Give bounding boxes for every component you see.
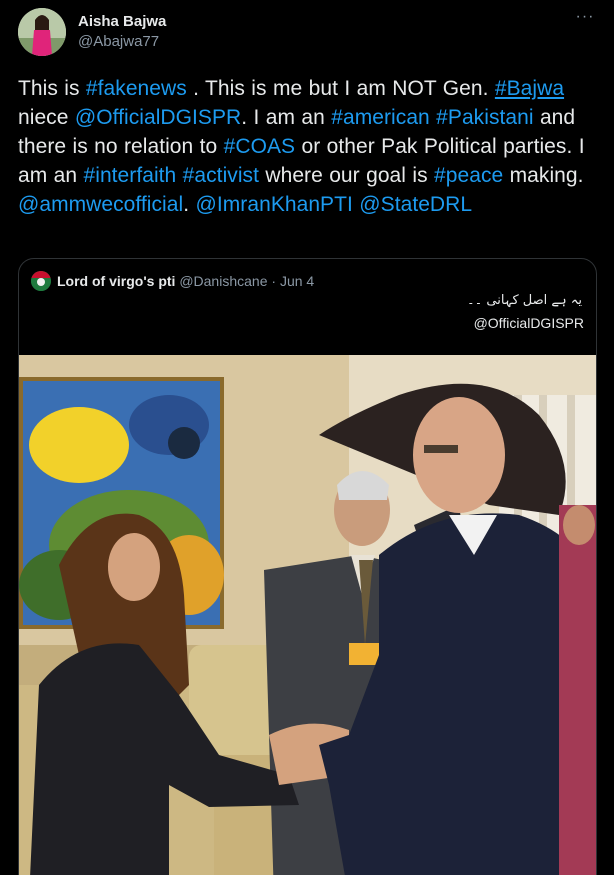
quoted-display-name: Lord of virgo's pti [57, 273, 176, 289]
text-segment: niece [18, 106, 75, 129]
more-options-icon[interactable]: ··· [572, 9, 598, 30]
quoted-avatar[interactable] [31, 271, 51, 291]
quoted-mention-link[interactable]: @OfficialDGISPR [474, 315, 584, 331]
hashtag-link[interactable]: #interfaith [84, 164, 177, 187]
text-segment: where our goal is [258, 164, 435, 187]
quoted-tweet[interactable]: Lord of virgo's pti @Danishcane · Jun 4 … [18, 258, 597, 875]
hashtag-link[interactable]: #fakenews [86, 77, 187, 100]
author-names: Aisha Bajwa @Abajwa77 [78, 12, 166, 52]
hashtag-link[interactable]: #american [331, 106, 430, 129]
tweet: Aisha Bajwa @Abajwa77 ··· This is #faken… [0, 0, 614, 875]
mention-link[interactable]: @StateDRL [359, 193, 472, 216]
quoted-tweet-header: Lord of virgo's pti @Danishcane · Jun 4 [31, 271, 591, 293]
quoted-date: Jun 4 [279, 273, 315, 289]
quoted-separator: · [267, 273, 280, 289]
quoted-text: یہ ہے اصل کہانی ۔۔ [467, 293, 582, 308]
quoted-photo[interactable] [19, 355, 596, 875]
hashtag-link[interactable]: #Bajwa [495, 77, 564, 100]
tweet-text: This is #fakenews . This is me but I am … [18, 74, 603, 219]
hashtag-link[interactable]: #COAS [224, 135, 295, 158]
mention-link[interactable]: @ImranKhanPTI [196, 193, 353, 216]
hashtag-link[interactable]: #Pakistani [436, 106, 533, 129]
author-handle[interactable]: @Abajwa77 [78, 32, 166, 52]
quoted-handle: @Danishcane [179, 273, 268, 289]
display-name[interactable]: Aisha Bajwa [78, 12, 166, 32]
hashtag-link[interactable]: #activist [183, 164, 259, 187]
mention-link[interactable]: @ammwecofficial [18, 193, 183, 216]
tweet-header: Aisha Bajwa @Abajwa77 ··· [18, 8, 598, 60]
text-segment: . This is me but I am NOT Gen. [186, 77, 495, 100]
text-segment: making. [503, 164, 584, 187]
text-segment: . [183, 193, 196, 216]
avatar[interactable] [18, 8, 66, 56]
quoted-author[interactable]: Lord of virgo's pti @Danishcane · Jun 4 [57, 273, 314, 289]
text-segment: This is [18, 77, 86, 100]
mention-link[interactable]: @OfficialDGISPR [75, 106, 241, 129]
hashtag-link[interactable]: #peace [434, 164, 503, 187]
text-segment: . I am an [241, 106, 332, 129]
